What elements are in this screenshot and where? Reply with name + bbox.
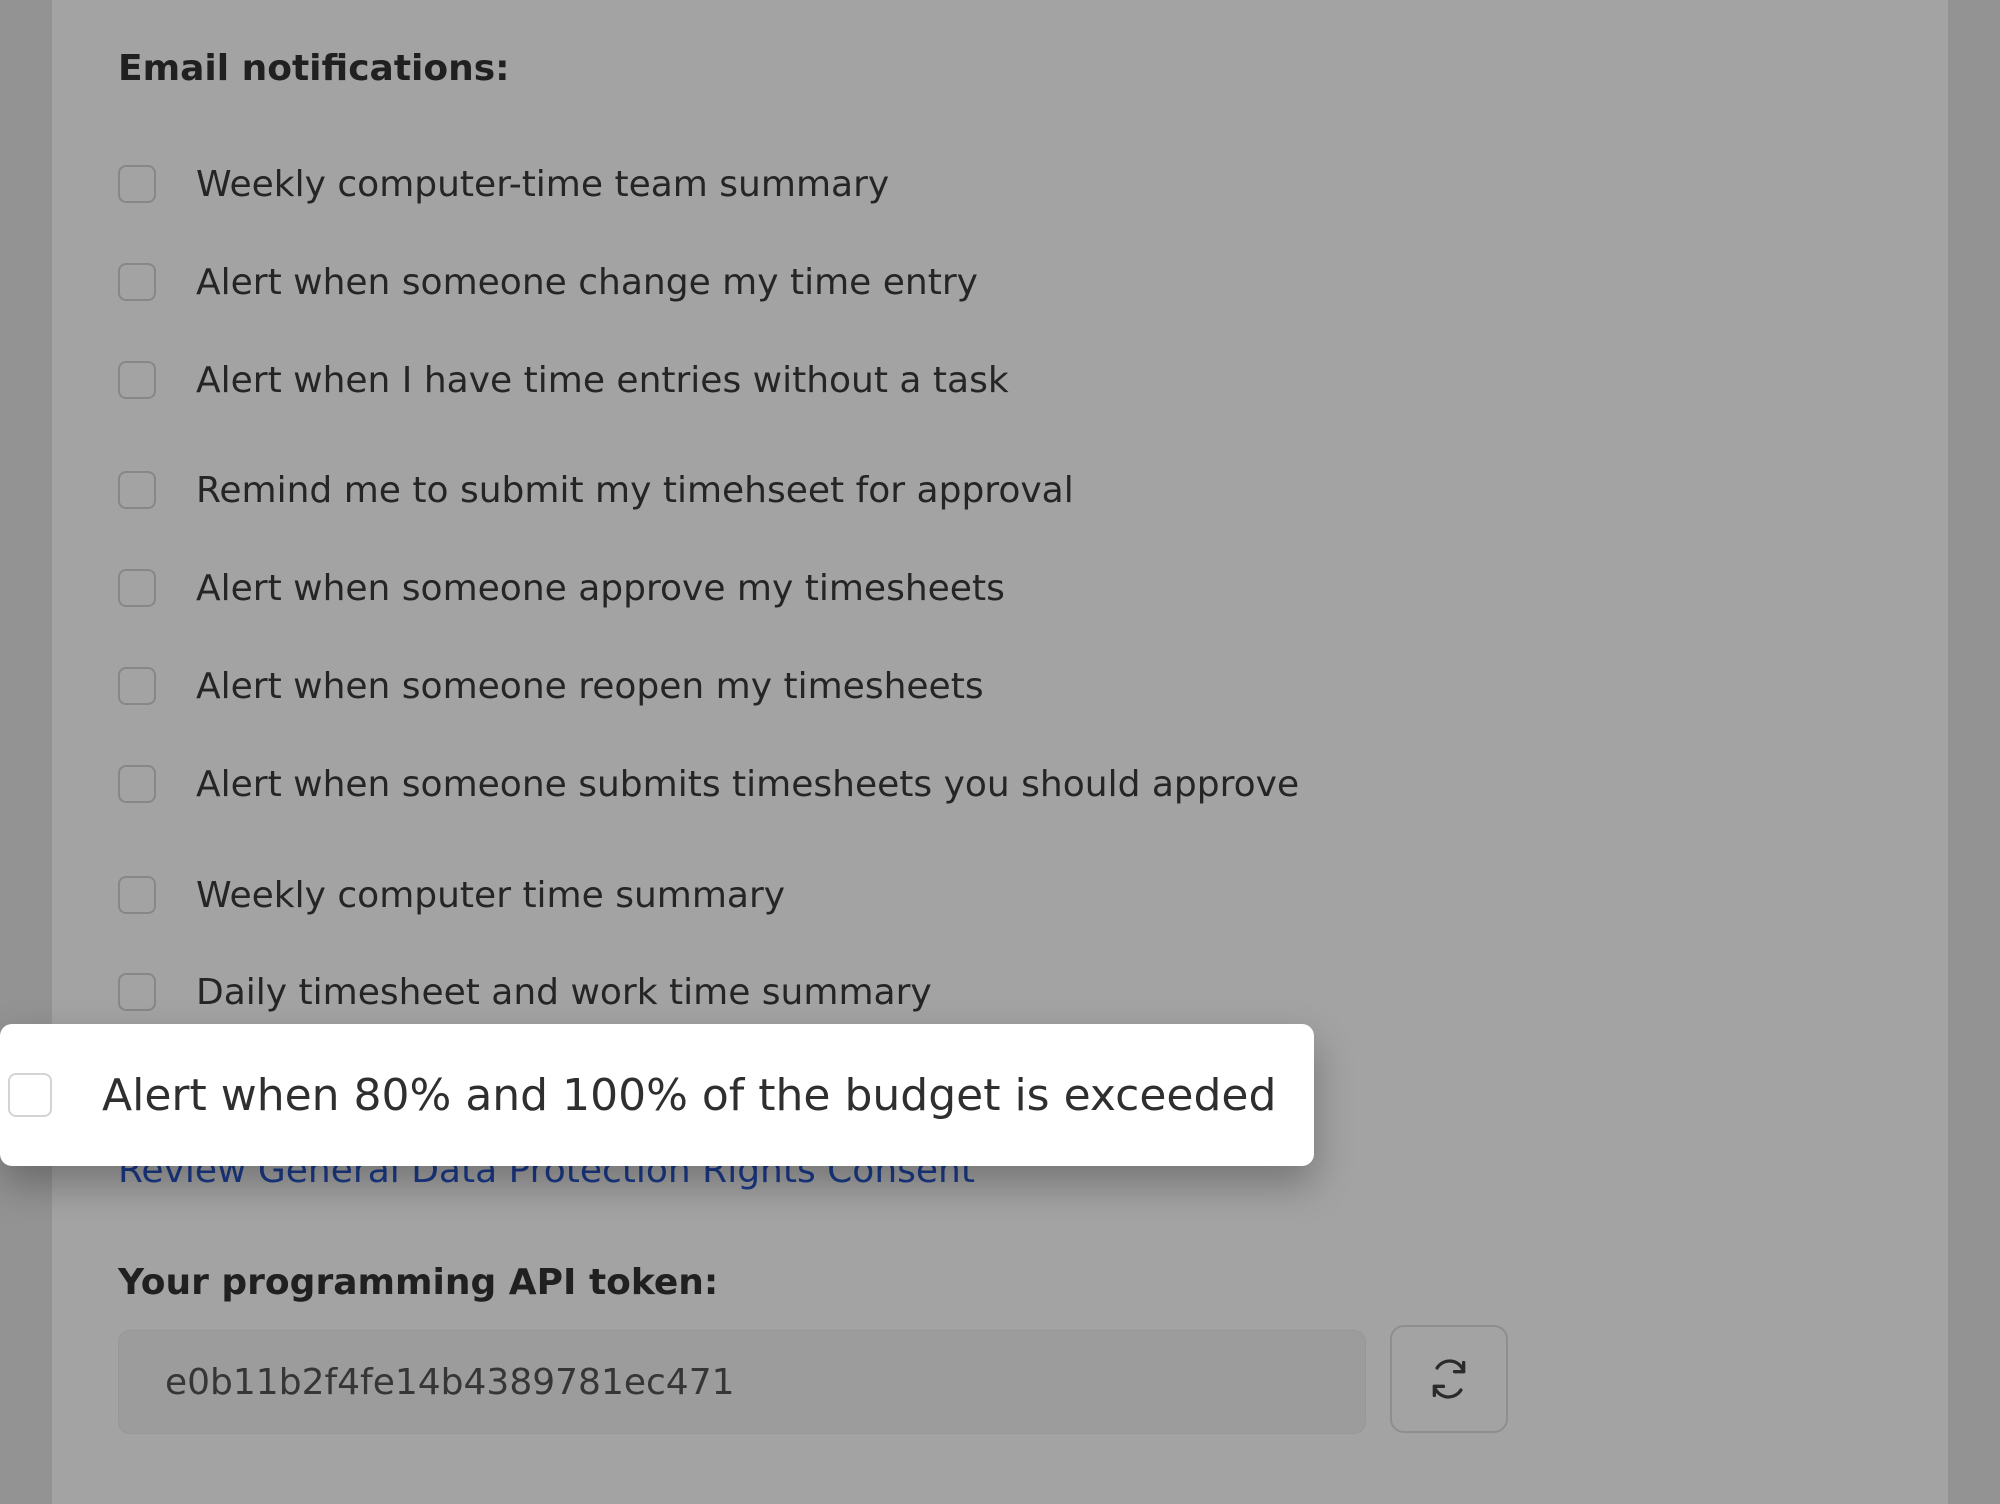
modal-overlay — [0, 0, 2000, 1504]
highlighted-option-label: Alert when 80% and 100% of the budget is… — [102, 1069, 1277, 1121]
highlighted-notification-option[interactable]: Alert when 80% and 100% of the budget is… — [0, 1024, 1314, 1166]
checkbox[interactable] — [8, 1073, 52, 1117]
